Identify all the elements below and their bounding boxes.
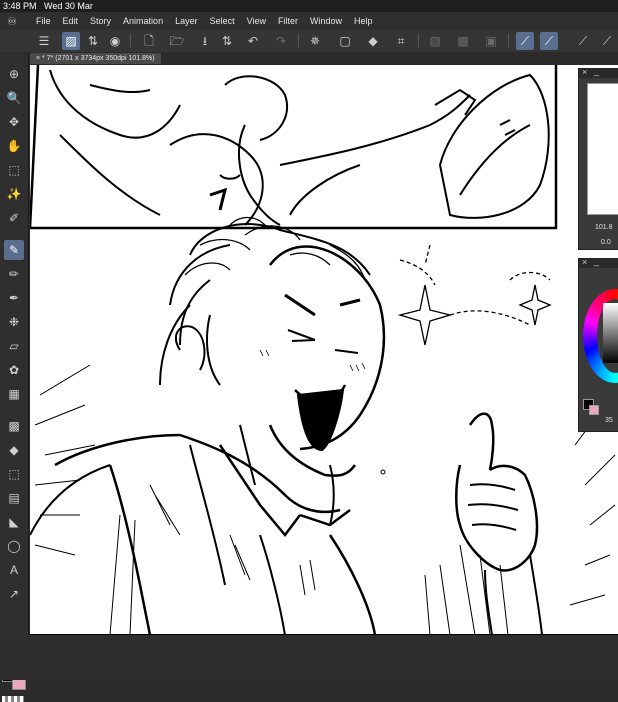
airbrush-icon[interactable]: ❉ [4,312,24,332]
crop-icon[interactable]: ⌗ [392,32,410,50]
zoom-move-icon[interactable]: ⊕ [4,64,24,84]
eye-view-icon[interactable]: ◉ [106,32,124,50]
navigator-panel: × _ 101.8 0.0 [578,66,618,250]
command-bar: ☰ ▨ ⇅ ◉ 🗋 🗁 ⭳ ⇅ ↶ ↷ ✵ ▢ ◆ ⌗ ▧ ▩ ▣ ⟋ ⟋ ⟋ … [0,30,618,53]
tool-bar: ⊕ 🔍 ✥ ✋ ⬚ ✨ ✐ ✎ ✏ ✒ ❉ ▱ ✿ ▦ ▩ ◆ ⬚ ▤ ◣ ◯ … [0,52,29,702]
brush-icon[interactable]: ✒ [4,288,24,308]
pencil-icon[interactable]: ✏ [4,264,24,284]
zoom-icon[interactable]: 🔍 [4,88,24,108]
eraser-icon[interactable]: ▱ [4,336,24,356]
magic-wand-icon[interactable]: ✨ [4,184,24,204]
new-file-icon[interactable]: 🗋 [140,32,158,50]
redo-icon[interactable]: ↷ [272,32,290,50]
status-date: Wed 30 Mar [44,1,93,11]
updown-arrows-icon[interactable]: ⇅ [218,32,236,50]
navigator-angle-value[interactable]: 0.0 [601,239,611,246]
menu-view[interactable]: View [247,16,266,26]
pen-curve-icon[interactable]: ⟋ [598,32,616,50]
correct-line-icon[interactable]: ↗ [4,584,24,604]
figure-icon[interactable]: ▤ [4,488,24,508]
save-icon[interactable]: ⭳ [196,32,214,50]
minimize-icon[interactable]: _ [594,66,599,76]
undo-icon[interactable]: ↶ [244,32,262,50]
operation-icon[interactable]: ⬚ [4,464,24,484]
document-tab-row: × * 7* (2701 x 3734px 350dpi 101.8%) [28,52,618,65]
menu-file[interactable]: File [36,16,51,26]
fill-bucket-icon[interactable]: ◆ [364,32,382,50]
move-arrows-icon[interactable]: ✥ [4,112,24,132]
menu-layer[interactable]: Layer [175,16,198,26]
menu-edit[interactable]: Edit [63,16,79,26]
menu-story[interactable]: Story [90,16,111,26]
close-icon[interactable]: × [582,259,587,267]
deselect-icon[interactable]: ▧ [426,32,444,50]
balloon-icon[interactable]: ◯ [4,536,24,556]
close-icon[interactable]: × [582,67,587,77]
navigator-thumbnail[interactable] [587,83,618,215]
navigator-panel-header: × _ [579,66,618,78]
document-tab[interactable]: × * 7* (2701 x 3734px 350dpi 101.8%) [30,53,161,64]
open-folder-icon[interactable]: 🗁 [168,32,186,50]
status-bar: 3:48 PM Wed 30 Mar [0,0,618,12]
layer-property-icon[interactable]: ▨ [62,32,80,50]
pen-stabilizer-icon[interactable]: ⟋ [516,32,534,50]
gradient-icon[interactable]: ▩ [4,416,24,436]
frame-border-icon[interactable]: ▦ [4,384,24,404]
color-sub-indicator[interactable] [589,405,599,415]
invert-selection-icon[interactable]: ▩ [454,32,472,50]
menu-filter[interactable]: Filter [278,16,298,26]
fill-icon[interactable]: ◆ [4,440,24,460]
hand-icon[interactable]: ✋ [4,136,24,156]
color-value-label: 35 [605,417,613,424]
menu-animation[interactable]: Animation [123,16,163,26]
blend-icon[interactable]: ✿ [4,360,24,380]
manga-artwork [30,65,618,635]
saturation-value-box[interactable] [603,303,618,363]
color-wheel-panel: × _ 35 [578,258,618,432]
transparent-color-swatch[interactable] [2,696,24,702]
updown-arrows-icon[interactable]: ⇅ [84,32,102,50]
clear-layer-icon[interactable]: ▢ [336,32,354,50]
pen-tool-icon[interactable]: ✎ [4,240,24,260]
eyedropper-icon[interactable]: ✐ [4,208,24,228]
color-wheel-panel-header: × _ [579,259,618,268]
menu-select[interactable]: Select [210,16,235,26]
loading-spinner-icon[interactable]: ✵ [306,32,324,50]
navigator-zoom-value[interactable]: 101.8 [595,224,613,231]
status-time: 3:48 PM [3,1,37,11]
minimize-icon[interactable]: _ [594,259,599,266]
menu-window[interactable]: Window [310,16,342,26]
text-icon[interactable]: A [4,560,24,580]
ruler-icon[interactable]: ◣ [4,512,24,532]
selection-rect-icon[interactable]: ⬚ [4,160,24,180]
menu-bar: ♾ File Edit Story Animation Layer Select… [0,12,618,30]
pen-pressure-icon[interactable]: ⟋ [540,32,558,50]
pen-line-icon[interactable]: ⟋ [574,32,592,50]
hamburger-menu-icon[interactable]: ☰ [35,32,53,50]
bottom-bar [0,636,618,680]
selection-border-icon[interactable]: ▣ [482,32,500,50]
app-logo-icon[interactable]: ♾ [0,12,24,30]
drawing-canvas[interactable] [30,65,618,635]
document-tab-label: * 7* (2701 x 3734px 350dpi 101.8%) [42,55,155,62]
menu-help[interactable]: Help [354,16,373,26]
